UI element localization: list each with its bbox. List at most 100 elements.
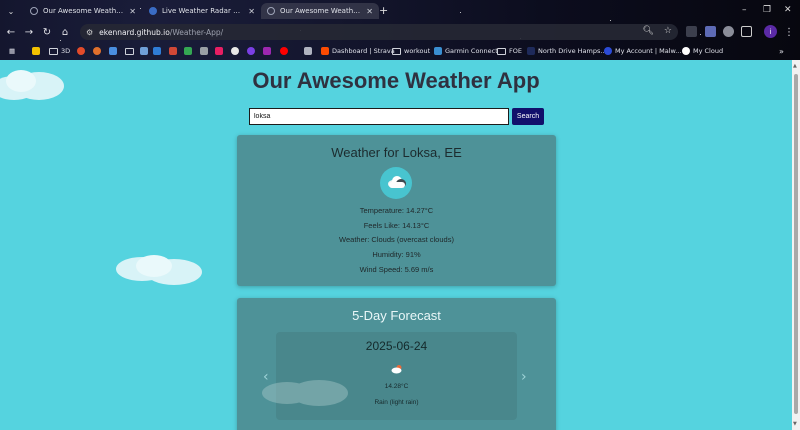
- weather-app-page: Our Awesome Weather App Search Weather f…: [0, 60, 792, 430]
- current-weather-card: Weather for Loksa, EE Temperature: 14.27…: [237, 135, 556, 286]
- gmail-icon[interactable]: [169, 45, 177, 57]
- extension-icon[interactable]: [686, 26, 697, 37]
- extension-icon[interactable]: [705, 26, 716, 37]
- minimize-icon[interactable]: –: [742, 5, 747, 15]
- bookmark-icon[interactable]: [93, 45, 101, 57]
- decorative-cloud: [116, 255, 202, 285]
- folder-icon: [392, 47, 401, 55]
- youtube-icon[interactable]: [280, 45, 288, 57]
- bookmark-north-drive[interactable]: North Drive Hamps...: [527, 45, 607, 57]
- tab-title: Our Awesome Weather App: [280, 7, 361, 15]
- city-search-input[interactable]: [249, 108, 509, 125]
- tab-weather-app-1[interactable]: Our Awesome Weather App ✕: [24, 3, 142, 19]
- bookmark-icon[interactable]: [77, 45, 85, 57]
- page-scrollbar[interactable]: ▲ ▼: [792, 60, 800, 430]
- wind-speed-text: Wind Speed: 5.69 m/s: [359, 265, 434, 274]
- bookmark-icon[interactable]: [109, 45, 117, 57]
- bookmark-garmin[interactable]: Garmin Connect: [434, 45, 498, 57]
- bookmarks-bar: ▦ 3D Dashboard | Strava workout Garmin C…: [0, 44, 800, 58]
- scrollbar-thumb[interactable]: [794, 74, 798, 414]
- globe-icon: [30, 7, 38, 15]
- feels-like-text: Feels Like: 14.13°C: [363, 221, 430, 230]
- close-icon[interactable]: ✕: [366, 7, 373, 16]
- reload-icon[interactable]: ↻: [39, 24, 55, 40]
- folder-icon: [49, 47, 58, 55]
- forecast-item: 2025-06-24 14.28°C Rain (light rain): [276, 332, 517, 420]
- bookmark-my-cloud[interactable]: My Cloud: [682, 45, 723, 57]
- globe-icon: [267, 7, 275, 15]
- bookmark-icon[interactable]: [153, 45, 161, 57]
- clouds-icon: [380, 167, 412, 199]
- radar-site-icon: [149, 7, 157, 15]
- bookmark-icon[interactable]: [215, 45, 223, 57]
- bookmark-star-icon[interactable]: ☆: [664, 26, 672, 36]
- bookmark-label: My Cloud: [693, 47, 724, 55]
- bookmark-icon[interactable]: [304, 45, 312, 57]
- light-rain-icon: [390, 359, 404, 374]
- restore-icon[interactable]: ❐: [763, 5, 771, 15]
- bookmark-label: workout: [404, 47, 431, 55]
- garmin-icon: [434, 47, 442, 55]
- bookmark-label: Dashboard | Strava: [332, 47, 395, 55]
- search-button[interactable]: Search: [512, 108, 544, 125]
- tab-search-icon[interactable]: ⌄: [4, 5, 18, 17]
- bookmark-icon[interactable]: [263, 45, 271, 57]
- bookmark-icon[interactable]: [184, 45, 192, 57]
- url-path: /Weather-App/: [169, 27, 224, 37]
- profile-avatar[interactable]: i: [764, 25, 777, 38]
- new-tab-button[interactable]: +: [379, 4, 388, 17]
- github-icon[interactable]: [231, 45, 239, 57]
- extensions-puzzle-icon[interactable]: [741, 26, 752, 37]
- tab-weather-radar[interactable]: Live Weather Radar Map (Rain... ✕: [143, 3, 261, 19]
- url-host: ekennard.github.io: [99, 27, 170, 37]
- browser-chrome: ⌄ Our Awesome Weather App ✕ Live Weather…: [0, 0, 800, 60]
- window-close-icon[interactable]: ✕: [784, 5, 792, 15]
- bookmark-icon[interactable]: [125, 45, 134, 57]
- forecast-heading: 5-Day Forecast: [352, 308, 441, 323]
- home-icon[interactable]: ⌂: [57, 24, 73, 40]
- bookmark-icon[interactable]: [200, 45, 208, 57]
- bookmark-malwarebytes[interactable]: My Account | Malw...: [604, 45, 681, 57]
- bookmark-label: North Drive Hamps...: [538, 47, 607, 55]
- carousel-next-icon[interactable]: ›: [521, 369, 527, 385]
- folder-icon: [497, 47, 506, 55]
- bookmark-icon[interactable]: [32, 45, 40, 57]
- malwarebytes-icon: [604, 47, 612, 55]
- forecast-date: 2025-06-24: [365, 339, 428, 353]
- weather-condition-text: Weather: Clouds (overcast clouds): [339, 235, 454, 244]
- tab-title: Live Weather Radar Map (Rain...: [162, 7, 244, 15]
- bookmark-folder-foe[interactable]: FOE: [497, 45, 522, 57]
- back-icon[interactable]: ←: [3, 24, 19, 40]
- decorative-cloud: [262, 380, 348, 406]
- tab-strip: ⌄ Our Awesome Weather App ✕ Live Weather…: [0, 3, 800, 19]
- site-info-icon[interactable]: ⚙: [86, 28, 93, 37]
- forecast-card: 5-Day Forecast ‹ › 2025-06-24 14.28°C Ra…: [237, 298, 556, 430]
- extension-icon[interactable]: [723, 26, 734, 37]
- tab-weather-app-2[interactable]: Our Awesome Weather App ✕: [261, 3, 379, 19]
- tab-title: Our Awesome Weather App: [43, 7, 124, 15]
- humidity-text: Humidity: 91%: [372, 250, 421, 259]
- bookmark-label: Garmin Connect: [445, 47, 498, 55]
- forward-icon[interactable]: →: [21, 24, 37, 40]
- bookmark-icon[interactable]: [140, 45, 148, 57]
- bookmark-folder-workout[interactable]: workout: [392, 45, 430, 57]
- bookmark-label: 3D: [61, 47, 71, 55]
- menu-dots-icon[interactable]: ⋮: [781, 24, 797, 40]
- close-icon[interactable]: ✕: [248, 7, 255, 16]
- scroll-down-icon[interactable]: ▼: [793, 421, 797, 427]
- bookmark-strava[interactable]: Dashboard | Strava: [321, 45, 395, 57]
- apps-grid-icon[interactable]: ▦: [9, 45, 15, 57]
- temperature-text: Temperature: 14.27°C: [359, 206, 434, 215]
- browser-toolbar: ← → ↻ ⌂ ⚙ ekennard.github.io/Weather-App…: [0, 22, 800, 42]
- app-title: Our Awesome Weather App: [252, 68, 540, 93]
- more-bookmarks-icon[interactable]: »: [779, 45, 784, 57]
- scroll-up-icon[interactable]: ▲: [793, 63, 797, 69]
- close-icon[interactable]: ✕: [129, 7, 136, 16]
- bookmark-icon[interactable]: [247, 45, 255, 57]
- zoom-icon[interactable]: 🔍︎: [642, 26, 653, 36]
- address-bar[interactable]: ⚙ ekennard.github.io/Weather-App/ 🔍︎ ☆: [80, 24, 678, 40]
- cloud-site-icon: [682, 47, 690, 55]
- bookmark-label: My Account | Malw...: [615, 47, 682, 55]
- bookmark-label: FOE: [509, 47, 522, 55]
- bookmark-folder-3d[interactable]: 3D: [49, 45, 70, 57]
